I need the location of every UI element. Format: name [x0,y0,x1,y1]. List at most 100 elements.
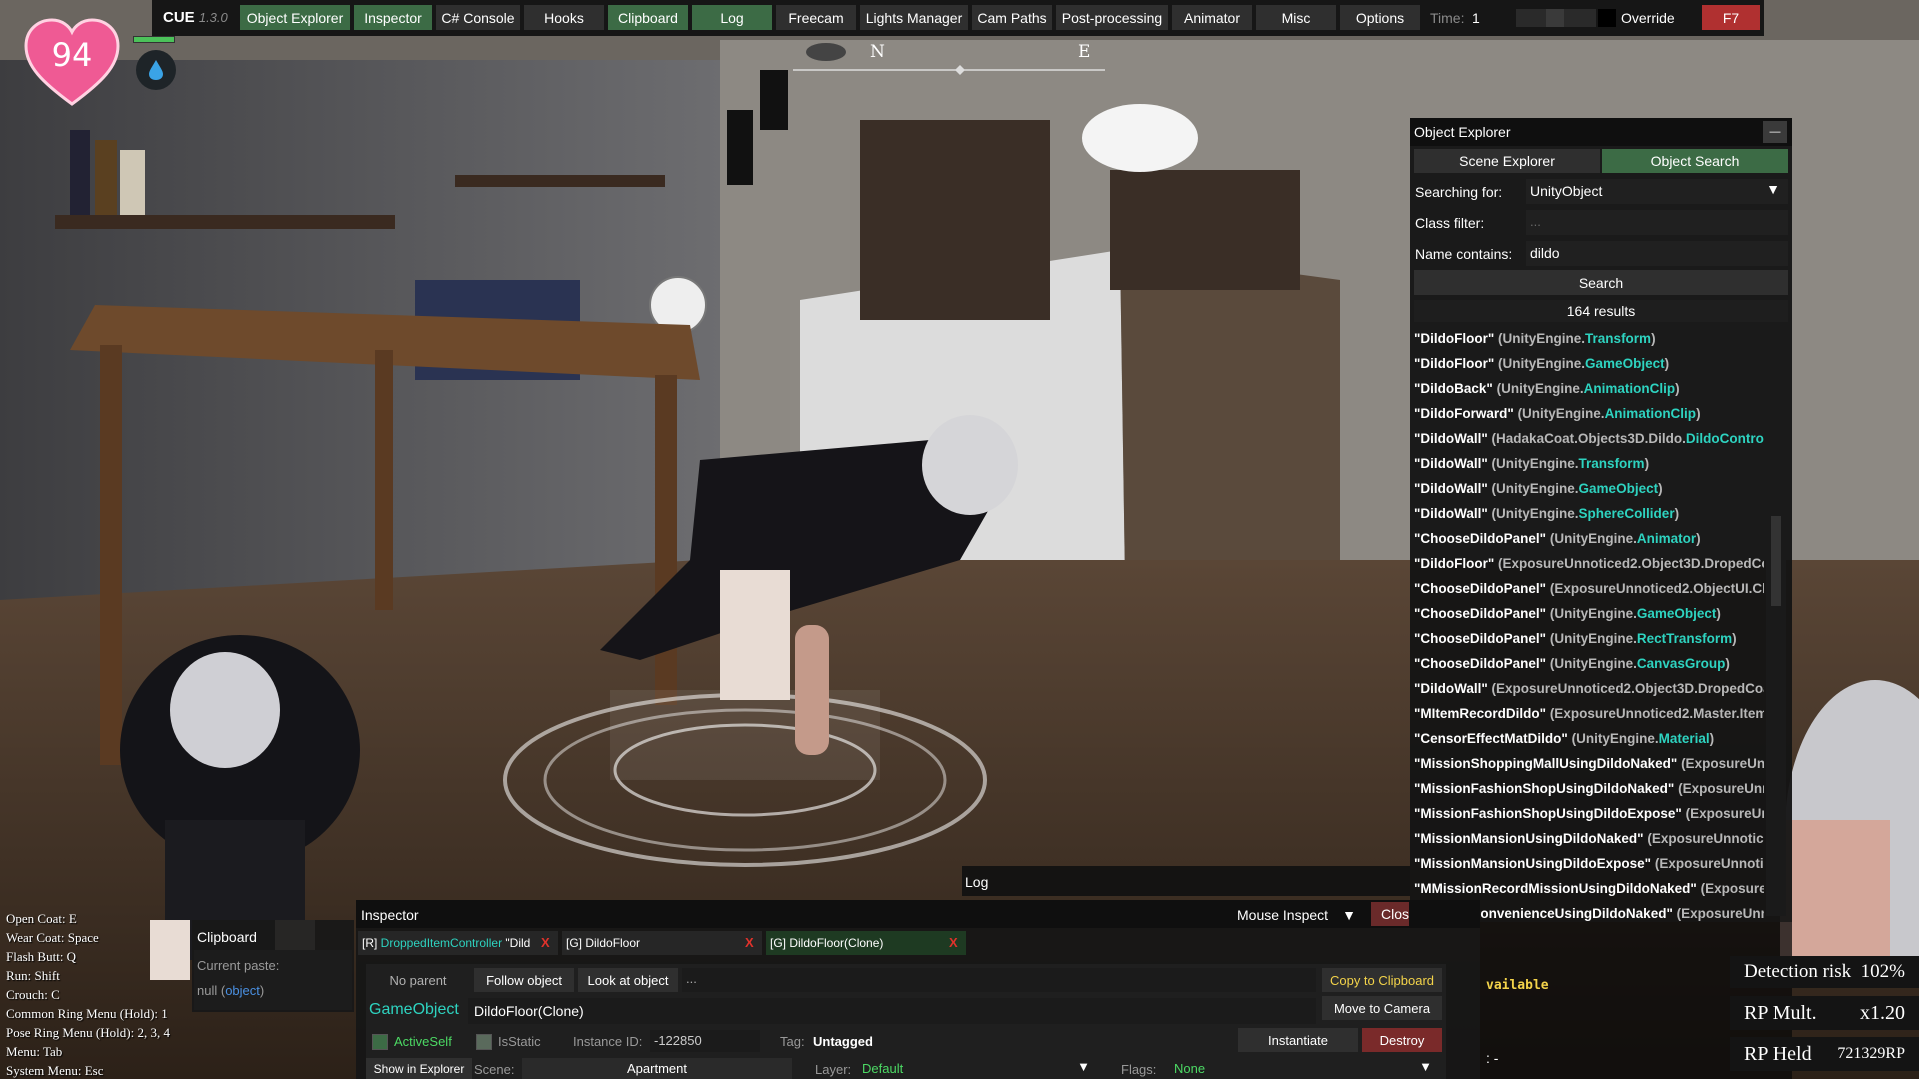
layer-dropdown[interactable]: Default ▼ [856,1058,1096,1079]
instantiate-button[interactable]: Instantiate [1238,1028,1358,1052]
search-result-item[interactable]: "MissionMansionUsingDildoExpose" (Exposu… [1414,851,1764,876]
hotkey-f7-button[interactable]: F7 [1702,5,1760,30]
searching-for-value: UnityObject [1530,183,1603,199]
inspector-tab-dildofloor[interactable]: [G] DildoFloor [562,931,762,955]
instance-id-field[interactable]: -122850 [650,1030,760,1052]
search-result-item[interactable]: "MissionFashionShopUsingDildoExpose" (Ex… [1414,801,1764,826]
search-result-item[interactable]: "ChooseDildoPanel" (ExposureUnnoticed2.O… [1414,576,1764,601]
menu-misc[interactable]: Misc [1256,5,1336,30]
search-result-item[interactable]: "MissionShoppingMallUsingDildoNaked" (Ex… [1414,751,1764,776]
search-result-item[interactable]: "ChooseDildoPanel" (UnityEngine.GameObje… [1414,601,1764,626]
search-result-item[interactable]: "DildoFloor" (ExposureUnnoticed2.Object3… [1414,551,1764,576]
menu-csharp-console[interactable]: C# Console [436,5,520,30]
search-result-item[interactable]: "DildoWall" (HadakaCoat.Objects3D.Dildo.… [1414,426,1764,451]
object-explorer-minimize-button[interactable]: — [1763,121,1787,143]
inspector-tab-dropped-item[interactable]: [R] DroppedItemController "Dild [358,931,558,955]
inspector-tab-dildofloor-clone[interactable]: [G] DildoFloor(Clone) [766,931,966,955]
result-type: GameObject [1585,356,1665,371]
result-ns: (ExposureUnnoticed2.Object3D.DropedCoa [1487,681,1764,696]
look-at-object-button[interactable]: Look at object [578,968,678,992]
menu-inspector[interactable]: Inspector [354,5,432,30]
layer-label: Layer: [815,1062,852,1077]
compass-east: E [1078,42,1091,62]
health-heart: 94 [22,18,122,108]
result-name: "ChooseDildoPanel" [1414,606,1547,621]
name-contains-input[interactable]: dildo [1526,241,1788,266]
tab-scene-explorer[interactable]: Scene Explorer [1414,149,1600,173]
search-result-item[interactable]: "ChooseDildoPanel" (UnityEngine.Animator… [1414,526,1764,551]
mouse-inspect-dropdown[interactable]: Mouse Inspect ▼ [1237,907,1356,923]
flags-dropdown[interactable]: None ▼ [1168,1058,1438,1079]
control-hint: Flash Butt: Q [6,949,77,964]
time-value: 1 [1472,10,1480,26]
menu-animator[interactable]: Animator [1172,5,1252,30]
result-name: "MissionFashionShopUsingDildoExpose" [1414,806,1682,821]
result-type: Transform [1578,456,1645,471]
search-result-item[interactable]: "MMissionRecordMissionUsingDildoNaked" (… [1414,876,1764,901]
object-path-field[interactable]: ... [682,968,1316,992]
result-ns: (ExposureUnnoticed2.Object3D.DropedCo [1494,556,1764,571]
gameobject-name-input[interactable]: DildoFloor(Clone) [468,998,1316,1024]
search-result-item[interactable]: "DildoFloor" (UnityEngine.Transform) [1414,326,1764,351]
class-filter-input[interactable]: ... [1526,210,1788,235]
search-button[interactable]: Search [1414,270,1788,295]
searching-for-dropdown[interactable]: UnityObject ▼ [1526,179,1788,204]
close-tab-icon[interactable]: X [949,935,958,950]
close-tab-icon[interactable]: X [745,935,754,950]
menu-clipboard[interactable]: Clipboard [608,5,688,30]
search-result-item[interactable]: "ChooseDildoPanel" (UnityEngine.CanvasGr… [1414,651,1764,676]
tag-value[interactable]: Untagged [813,1034,873,1049]
menu-object-explorer[interactable]: Object Explorer [240,5,350,30]
search-result-item[interactable]: "CensorEffectMatDildo" (UnityEngine.Mate… [1414,726,1764,751]
result-end: ) [1674,506,1680,521]
search-result-item[interactable]: "DildoForward" (UnityEngine.AnimationCli… [1414,401,1764,426]
time-slider[interactable] [1516,9,1596,27]
is-static-checkbox[interactable] [476,1034,492,1050]
search-result-item[interactable]: "MissionFashionShopUsingDildoNaked" (Exp… [1414,776,1764,801]
tab-object-search[interactable]: Object Search [1602,149,1788,173]
result-ns: (UnityEngine. [1494,356,1586,371]
rp-held: RP Held 721329RP [1730,1037,1919,1071]
menu-cam-paths[interactable]: Cam Paths [972,5,1052,30]
inspector-close-button[interactable]: Clos [1371,902,1409,926]
destroy-button[interactable]: Destroy [1362,1028,1442,1052]
control-hint: Menu: Tab [6,1044,63,1059]
inspector-title: Inspector [361,907,419,923]
search-result-item[interactable]: "DildoWall" (UnityEngine.GameObject) [1414,476,1764,501]
result-type: GameObject [1578,481,1659,496]
override-label: Override [1621,10,1675,26]
search-result-item[interactable]: "DildoFloor" (UnityEngine.GameObject) [1414,351,1764,376]
search-result-item[interactable]: "DildoWall" (UnityEngine.Transform) [1414,451,1764,476]
result-end: ) [1658,481,1663,496]
search-result-item[interactable]: "DildoWall" (UnityEngine.SphereCollider) [1414,501,1764,526]
follow-object-button[interactable]: Follow object [474,968,574,992]
result-name: "DildoWall" [1414,456,1488,471]
move-to-camera-button[interactable]: Move to Camera [1322,996,1442,1020]
scene-field[interactable]: Apartment [522,1058,792,1079]
search-result-item[interactable]: "MItemRecordDildo" (ExposureUnnoticed2.M… [1414,701,1764,726]
time-label: Time: [1430,10,1465,26]
result-name: "DildoForward" [1414,406,1514,421]
menu-freecam[interactable]: Freecam [776,5,856,30]
search-result-item[interactable]: "ChooseDildoPanel" (UnityEngine.RectTran… [1414,626,1764,651]
dropdown-arrow-icon: ▼ [1766,181,1780,197]
menu-hooks[interactable]: Hooks [524,5,604,30]
close-tab-icon[interactable]: X [541,935,550,950]
result-ns: (UnityEngine. [1487,506,1579,521]
menu-lights-manager[interactable]: Lights Manager [860,5,968,30]
search-result-item[interactable]: "DildoWall" (ExposureUnnoticed2.Object3D… [1414,676,1764,701]
active-self-checkbox[interactable] [372,1034,388,1050]
no-parent-button[interactable]: No parent [372,968,464,992]
result-type: RectTransform [1636,631,1733,646]
search-result-item[interactable]: "DildoBack" (UnityEngine.AnimationClip) [1414,376,1764,401]
result-ns: (UnityEngine. [1546,606,1637,621]
menu-log[interactable]: Log [692,5,772,30]
results-scrollbar[interactable] [1766,326,1786,916]
show-in-explorer-button[interactable]: Show in Explorer [366,1058,472,1079]
class-filter-placeholder: ... [1530,214,1541,229]
copy-to-clipboard-button[interactable]: Copy to Clipboard [1322,968,1442,992]
menu-options[interactable]: Options [1340,5,1420,30]
search-result-item[interactable]: "MissionMansionUsingDildoNaked" (Exposur… [1414,826,1764,851]
override-checkbox[interactable] [1598,9,1616,27]
menu-post-processing[interactable]: Post-processing [1056,5,1168,30]
